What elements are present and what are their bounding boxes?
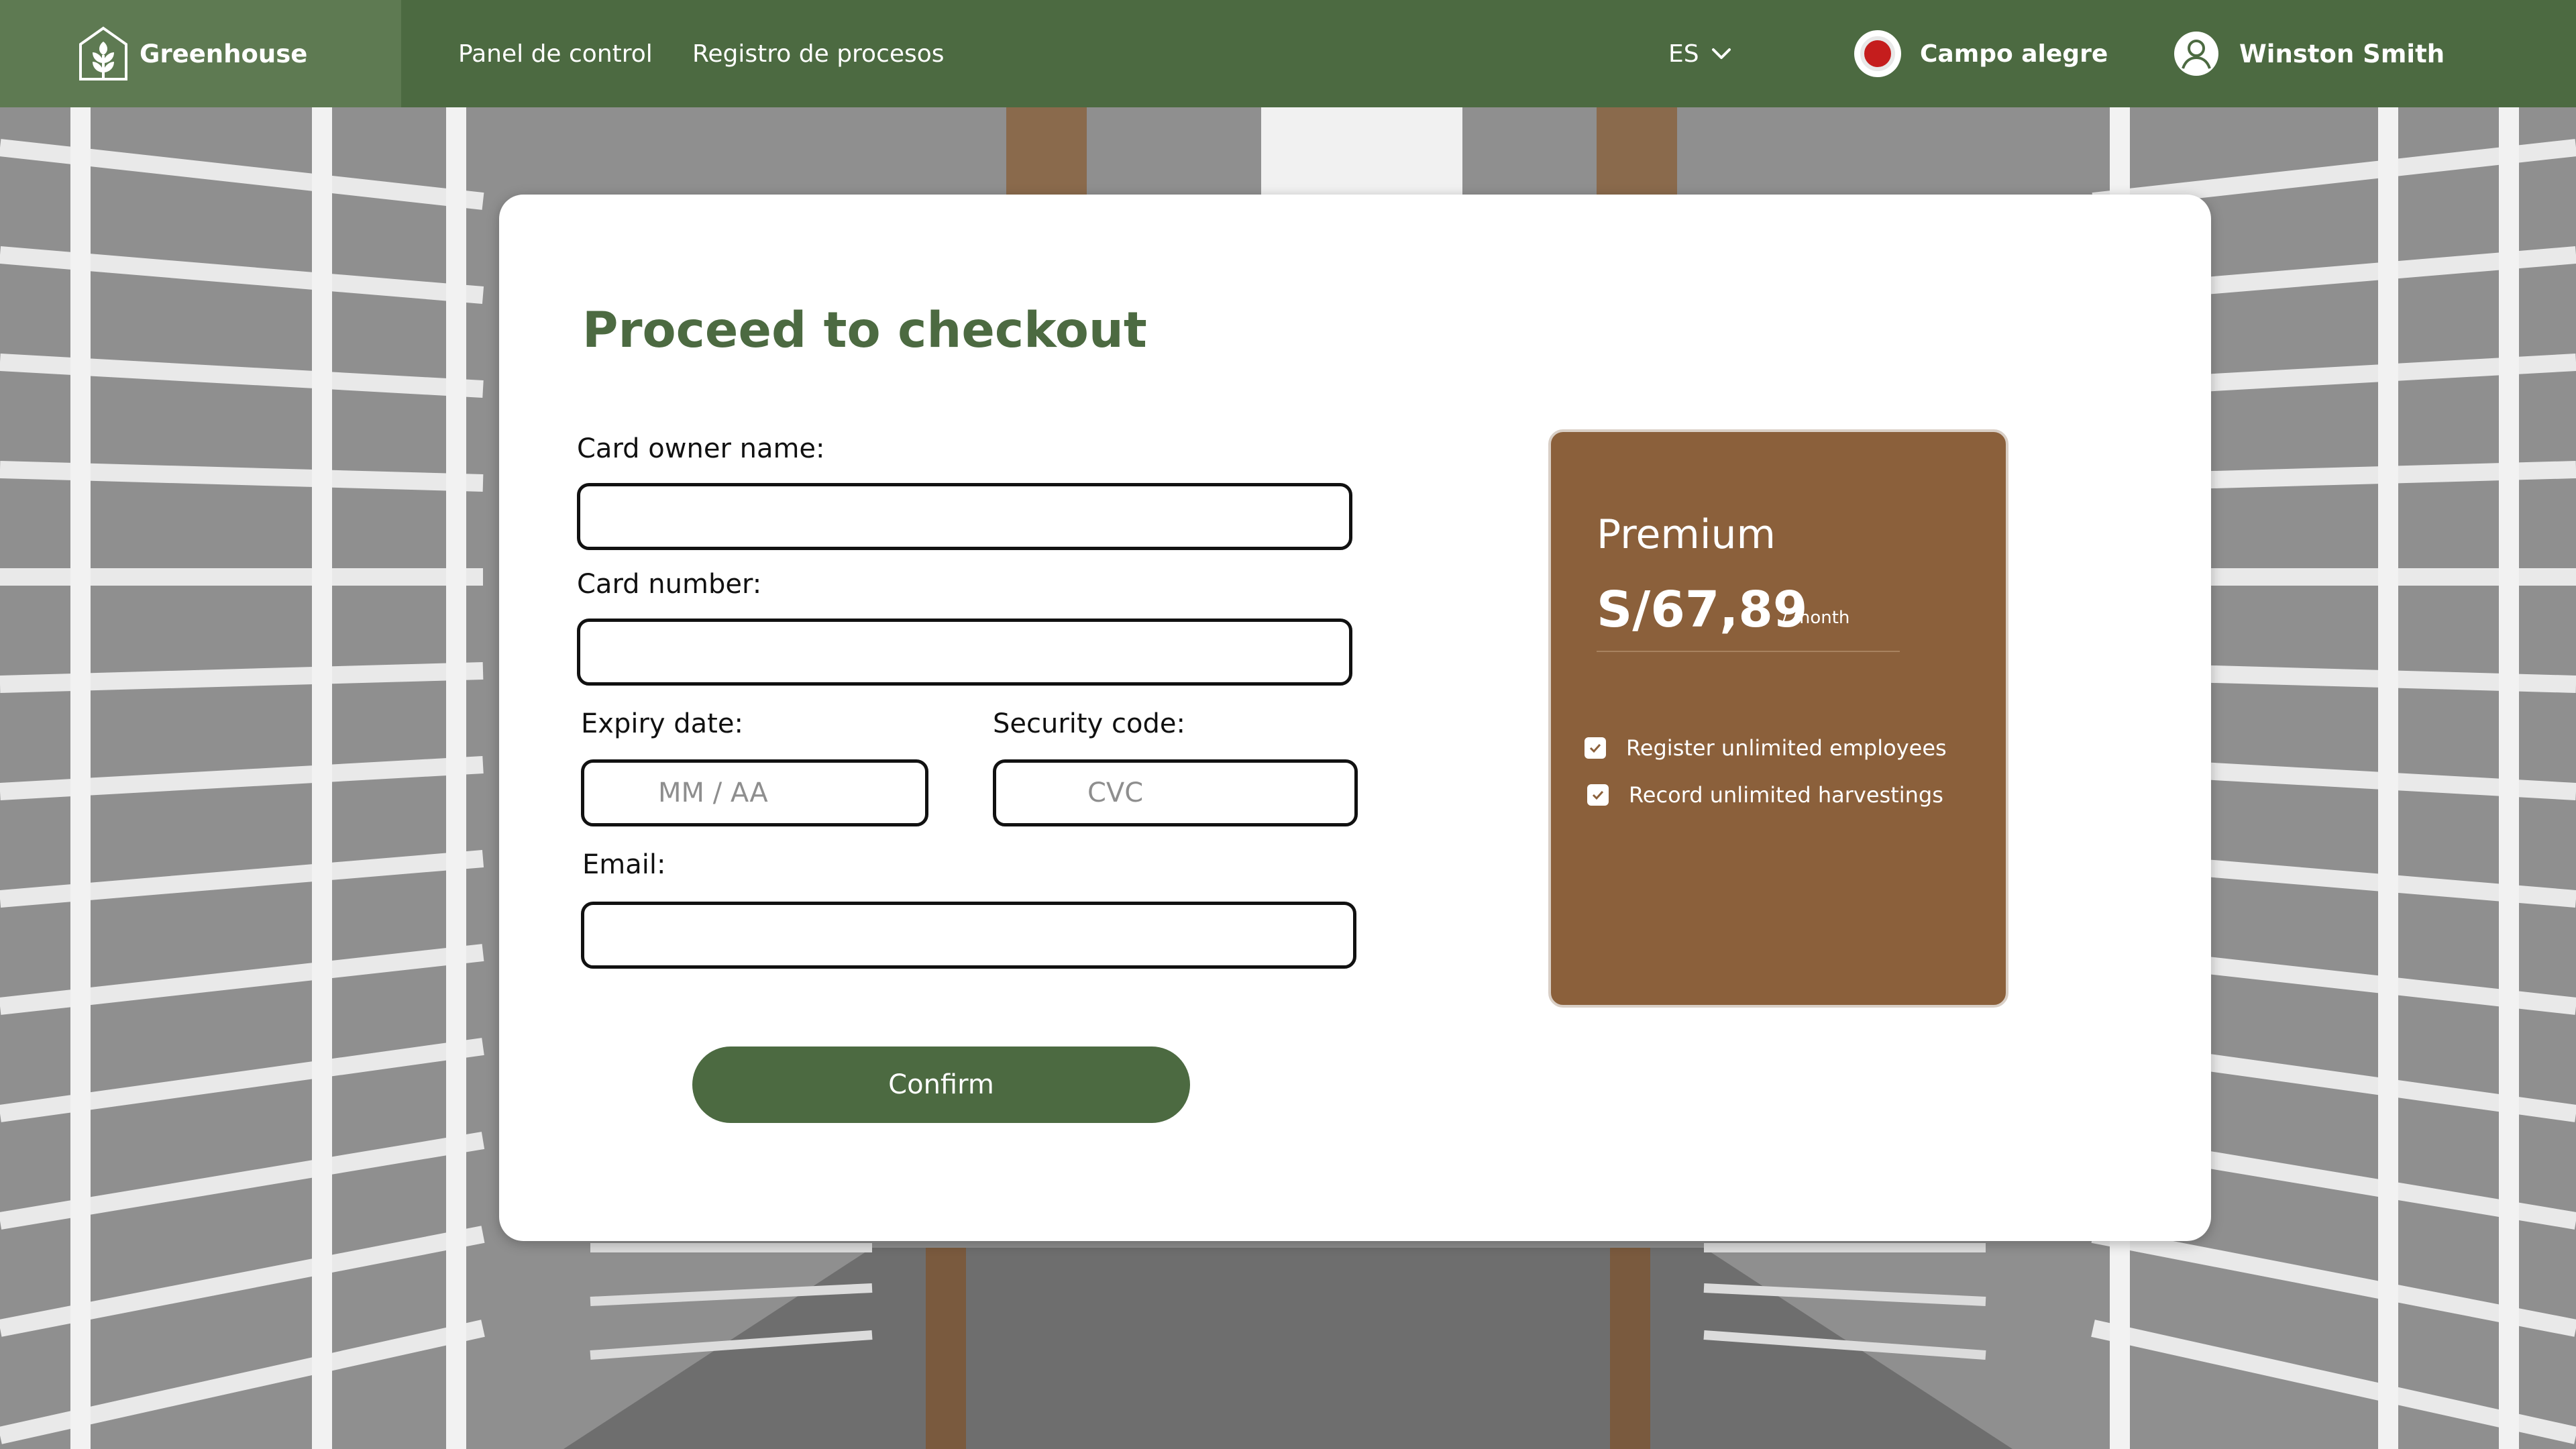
farm-selector[interactable]: Campo alegre	[1854, 0, 2108, 107]
chevron-down-icon	[1711, 48, 1731, 59]
expiry-date-input[interactable]	[581, 759, 928, 826]
farm-name: Campo alegre	[1920, 40, 2108, 68]
farm-avatar-icon	[1854, 30, 1901, 77]
user-name: Winston Smith	[2239, 39, 2445, 68]
divider	[1597, 651, 1900, 652]
user-menu[interactable]: Winston Smith	[2174, 0, 2445, 107]
user-avatar-icon	[2174, 32, 2218, 76]
plan-price: S/67,89	[1597, 581, 1808, 639]
language-code: ES	[1668, 40, 1699, 68]
plan-summary-card: Premium S/67,89 / month Register unlimit…	[1548, 429, 2008, 1008]
card-owner-label: Card owner name:	[577, 433, 825, 464]
nav-process-log-link[interactable]: Registro de procesos	[692, 0, 945, 107]
checkbox-checked-icon	[1587, 784, 1609, 806]
security-code-label: Security code:	[993, 708, 1185, 739]
plan-feature-item: Register unlimited employees	[1585, 735, 1947, 761]
expiry-date-label: Expiry date:	[581, 708, 743, 739]
checkbox-checked-icon	[1585, 737, 1606, 759]
confirm-button[interactable]: Confirm	[692, 1046, 1190, 1123]
language-selector[interactable]: ES	[1668, 0, 1731, 107]
plan-period: / month	[1782, 608, 1850, 628]
top-navbar: Greenhouse Panel de control Registro de …	[0, 0, 2576, 107]
brand-name: Greenhouse	[140, 39, 308, 68]
email-input[interactable]	[581, 902, 1356, 969]
email-label: Email:	[582, 849, 666, 880]
card-owner-input[interactable]	[577, 483, 1352, 550]
page-title: Proceed to checkout	[582, 302, 1147, 359]
card-number-input[interactable]	[577, 619, 1352, 686]
greenhouse-logo-icon	[79, 26, 127, 80]
plan-feature-label: Register unlimited employees	[1626, 735, 1947, 761]
plan-name: Premium	[1597, 511, 1776, 558]
plan-feature-item: Record unlimited harvestings	[1587, 782, 1943, 808]
nav-dashboard-link[interactable]: Panel de control	[458, 0, 653, 107]
brand[interactable]: Greenhouse	[0, 0, 401, 107]
plan-feature-label: Record unlimited harvestings	[1629, 782, 1943, 808]
security-code-input[interactable]	[993, 759, 1358, 826]
card-number-label: Card number:	[577, 569, 762, 600]
checkout-card: Proceed to checkout Card owner name: Car…	[499, 195, 2211, 1241]
